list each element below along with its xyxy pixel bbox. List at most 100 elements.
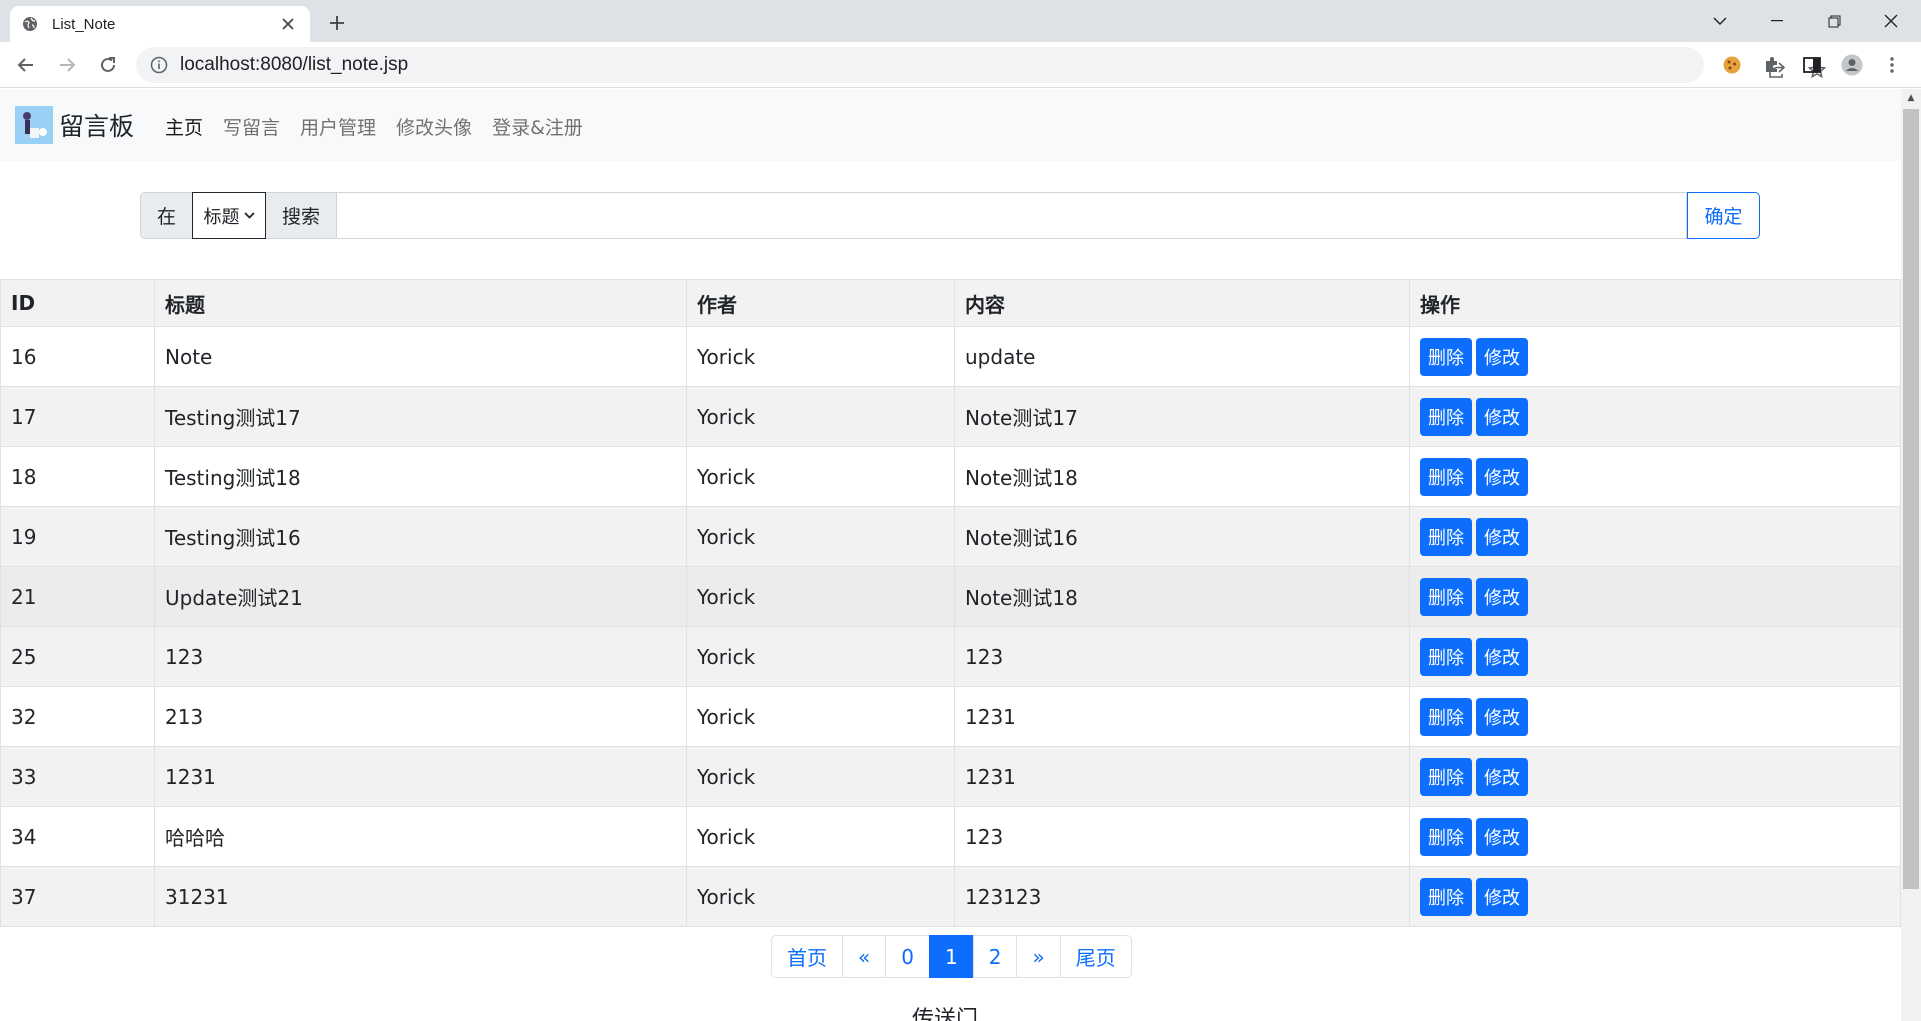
- delete-button[interactable]: 删除: [1420, 757, 1472, 796]
- cell-author: Yorick: [686, 806, 955, 867]
- delete-button[interactable]: 删除: [1420, 637, 1472, 676]
- cell-content: 123: [954, 806, 1410, 867]
- cell-author: Yorick: [686, 866, 955, 927]
- page-1-active[interactable]: 1: [928, 935, 974, 978]
- nav-link-login-register[interactable]: 登录&注册: [492, 113, 583, 140]
- address-bar[interactable]: localhost:8080/list_note.jsp: [136, 47, 1826, 83]
- brand[interactable]: 留言板: [15, 106, 134, 144]
- cell-actions: 删除 修改: [1409, 746, 1901, 807]
- tab-search-chevron-icon[interactable]: [1692, 0, 1748, 42]
- page-first[interactable]: 首页: [771, 935, 843, 978]
- cell-id: 32: [0, 686, 155, 747]
- search-prefix-label: 在: [140, 192, 192, 239]
- edit-button[interactable]: 修改: [1476, 457, 1528, 496]
- edit-button[interactable]: 修改: [1476, 397, 1528, 436]
- browser-tab[interactable]: List_Note: [10, 6, 310, 42]
- cell-content: update: [954, 326, 1410, 387]
- cell-id: 16: [0, 326, 155, 387]
- back-arrow-icon[interactable]: [10, 49, 42, 81]
- search-submit-button[interactable]: 确定: [1687, 192, 1760, 239]
- search-form: 在 标题 搜索 确定: [140, 192, 1760, 239]
- search-field-select[interactable]: 标题: [192, 192, 266, 239]
- edit-button[interactable]: 修改: [1476, 757, 1528, 796]
- table-row: 34 哈哈哈 Yorick 123 删除 修改: [0, 806, 1901, 867]
- cookie-extension-icon[interactable]: [1718, 51, 1746, 79]
- window-close-icon[interactable]: [1863, 0, 1919, 42]
- page-last[interactable]: 尾页: [1059, 935, 1132, 978]
- delete-button[interactable]: 删除: [1420, 457, 1472, 496]
- edit-button[interactable]: 修改: [1476, 637, 1528, 676]
- profile-avatar-icon[interactable]: [1838, 51, 1866, 79]
- cell-author: Yorick: [686, 506, 955, 567]
- site-navbar: 留言板 主页 写留言 用户管理 修改头像 登录&注册: [0, 89, 1901, 161]
- cell-id: 17: [0, 386, 155, 447]
- cell-actions: 删除 修改: [1409, 806, 1901, 867]
- side-panel-icon[interactable]: [1798, 51, 1826, 79]
- search-input[interactable]: [336, 192, 1687, 239]
- delete-button[interactable]: 删除: [1420, 517, 1472, 556]
- table-row: 19 Testing测试16 Yorick Note测试16 删除 修改: [0, 506, 1901, 567]
- cell-content: Note测试17: [954, 386, 1410, 447]
- scroll-up-arrow-icon[interactable]: ▲: [1901, 89, 1921, 106]
- cell-author: Yorick: [686, 686, 955, 747]
- page-prev[interactable]: «: [842, 935, 887, 978]
- extensions-puzzle-icon[interactable]: [1758, 51, 1786, 79]
- page-0[interactable]: 0: [885, 935, 930, 978]
- header-content: 内容: [954, 279, 1410, 327]
- cell-actions: 删除 修改: [1409, 686, 1901, 747]
- minimize-icon[interactable]: [1749, 0, 1805, 42]
- header-id: ID: [0, 279, 155, 327]
- table-row: 25 123 Yorick 123 删除 修改: [0, 626, 1901, 687]
- new-tab-icon[interactable]: [322, 8, 352, 38]
- cell-actions: 删除 修改: [1409, 446, 1901, 507]
- cell-title: Testing测试18: [154, 446, 687, 507]
- forward-arrow-icon[interactable]: [51, 49, 83, 81]
- header-author: 作者: [686, 279, 955, 327]
- cell-id: 25: [0, 626, 155, 687]
- delete-button[interactable]: 删除: [1420, 877, 1472, 916]
- cell-id: 19: [0, 506, 155, 567]
- header-actions: 操作: [1409, 279, 1901, 327]
- cell-actions: 删除 修改: [1409, 506, 1901, 567]
- delete-button[interactable]: 删除: [1420, 397, 1472, 436]
- page-2[interactable]: 2: [972, 935, 1018, 978]
- nav-link-user-management[interactable]: 用户管理: [300, 113, 376, 140]
- restore-icon[interactable]: [1806, 0, 1862, 42]
- table-row: 17 Testing测试17 Yorick Note测试17 删除 修改: [0, 386, 1901, 447]
- delete-button[interactable]: 删除: [1420, 337, 1472, 376]
- edit-button[interactable]: 修改: [1476, 877, 1528, 916]
- nav-link-write-note[interactable]: 写留言: [223, 113, 280, 140]
- close-tab-icon[interactable]: [278, 14, 298, 34]
- cell-actions: 删除 修改: [1409, 866, 1901, 927]
- tab-title: List_Note: [52, 15, 116, 33]
- edit-button[interactable]: 修改: [1476, 577, 1528, 616]
- url-text[interactable]: localhost:8080/list_note.jsp: [180, 54, 408, 76]
- table-header-row: ID 标题 作者 内容 操作: [0, 279, 1901, 327]
- edit-button[interactable]: 修改: [1476, 697, 1528, 736]
- menu-kebab-icon[interactable]: [1878, 51, 1906, 79]
- nav-link-change-avatar[interactable]: 修改头像: [396, 113, 472, 140]
- browser-toolbar: localhost:8080/list_note.jsp: [0, 42, 1921, 88]
- delete-button[interactable]: 删除: [1420, 577, 1472, 616]
- pagination: 首页 « 0 1 2 » 尾页: [771, 935, 1132, 978]
- table-row: 16 Note Yorick update 删除 修改: [0, 326, 1901, 387]
- edit-button[interactable]: 修改: [1476, 817, 1528, 856]
- reload-icon[interactable]: [92, 49, 124, 81]
- page-scrollbar[interactable]: ▲: [1901, 89, 1921, 1021]
- cell-author: Yorick: [686, 386, 955, 447]
- delete-button[interactable]: 删除: [1420, 817, 1472, 856]
- delete-button[interactable]: 删除: [1420, 697, 1472, 736]
- globe-icon: [22, 16, 38, 32]
- cell-author: Yorick: [686, 626, 955, 687]
- edit-button[interactable]: 修改: [1476, 337, 1528, 376]
- scroll-thumb[interactable]: [1903, 109, 1919, 889]
- cell-id: 34: [0, 806, 155, 867]
- edit-button[interactable]: 修改: [1476, 517, 1528, 556]
- page-next[interactable]: »: [1016, 935, 1061, 978]
- cell-id: 21: [0, 566, 155, 627]
- chevron-down-icon: [243, 212, 255, 219]
- site-info-icon[interactable]: [150, 56, 168, 74]
- nav-link-home[interactable]: 主页: [165, 113, 203, 140]
- brand-title[interactable]: 留言板: [59, 107, 134, 143]
- footer-portal-link[interactable]: 传送门: [912, 1001, 978, 1021]
